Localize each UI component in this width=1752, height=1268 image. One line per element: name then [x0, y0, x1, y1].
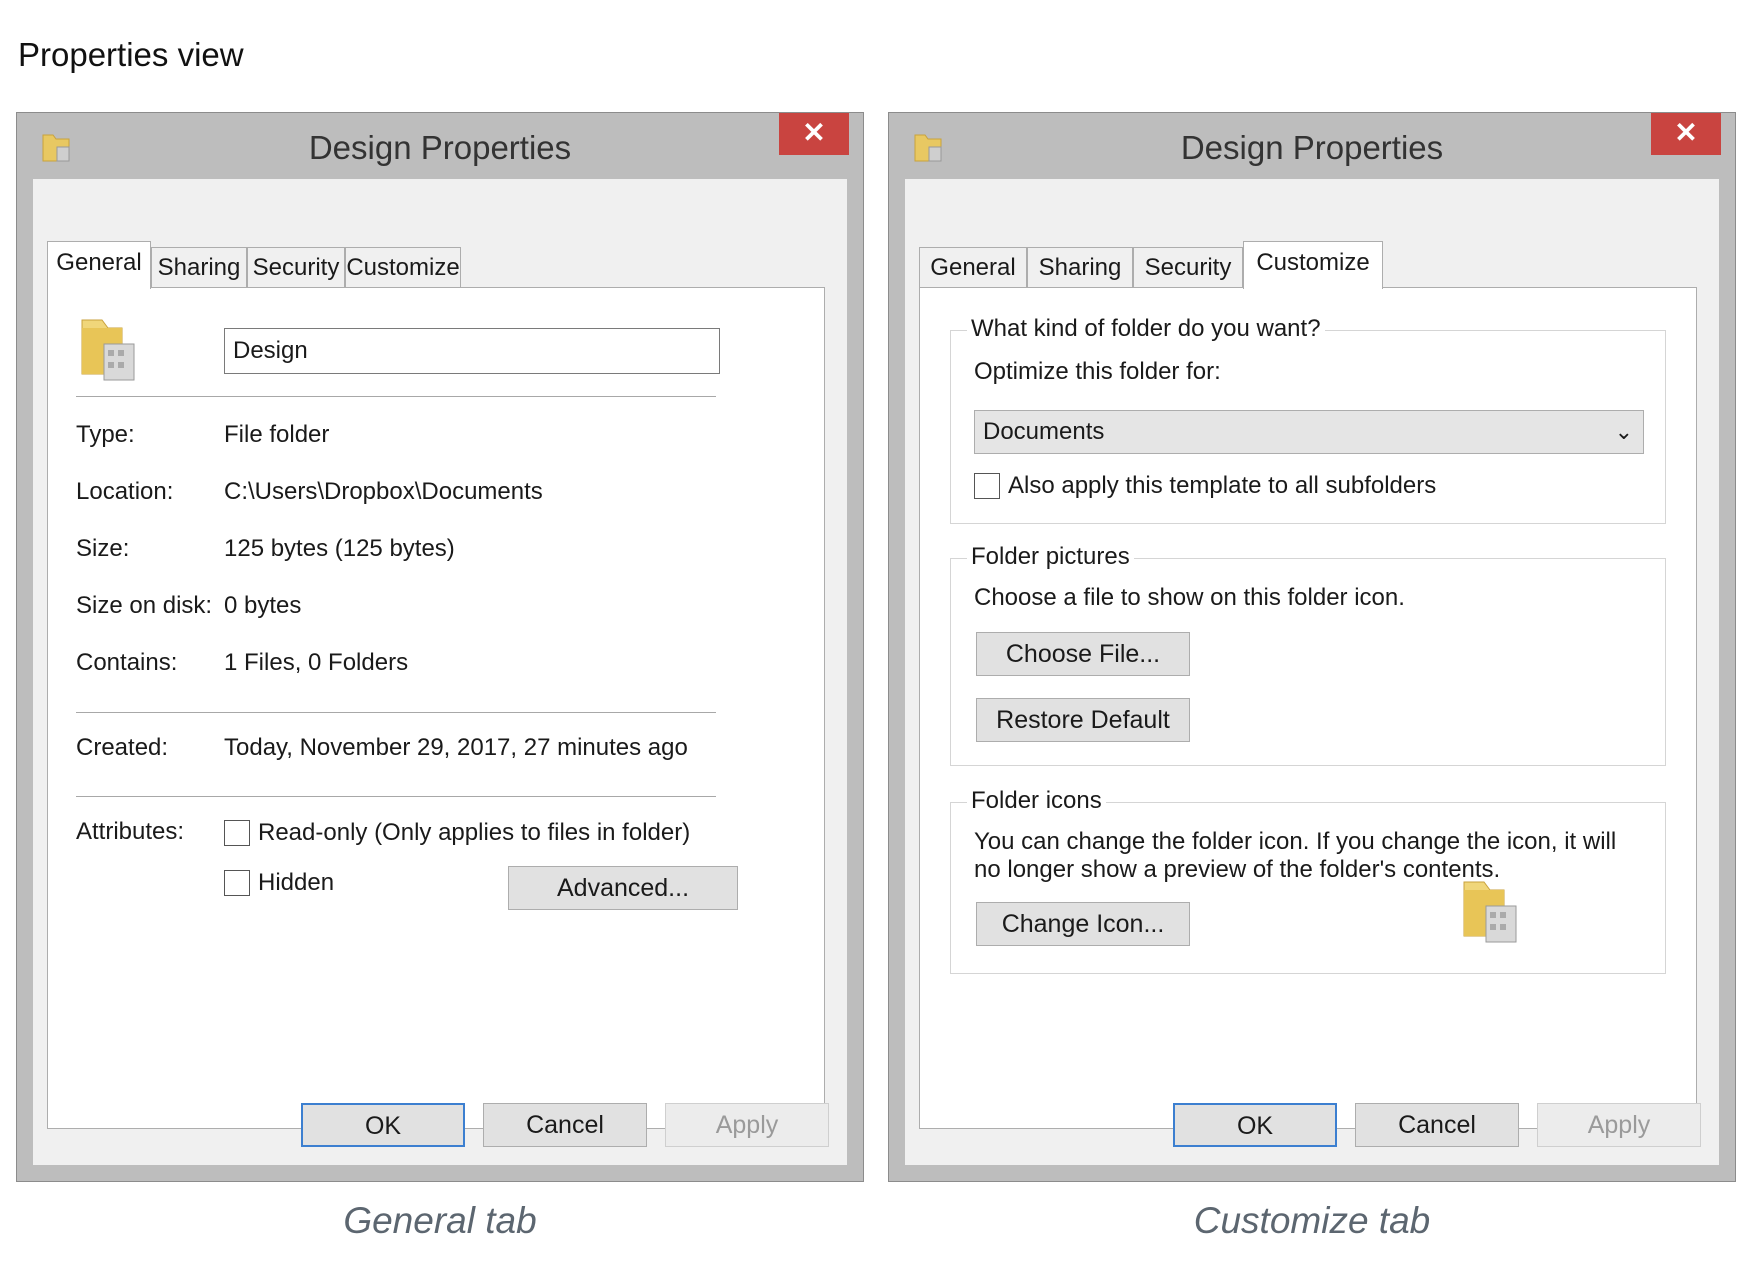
tab-sharing[interactable]: Sharing	[1027, 247, 1133, 287]
optimize-label: Optimize this folder for:	[974, 358, 1221, 385]
close-button[interactable]: ✕	[1651, 113, 1721, 155]
close-button[interactable]: ✕	[779, 113, 849, 155]
ok-button[interactable]: OK	[301, 1103, 465, 1147]
choose-file-text: Choose a file to show on this folder ico…	[974, 584, 1405, 611]
size-label: Size:	[76, 535, 130, 562]
caption-general-tab: General tab	[343, 1200, 537, 1241]
tab-sharing[interactable]: Sharing	[151, 247, 247, 287]
customize-panel: What kind of folder do you want? Optimiz…	[919, 287, 1697, 1129]
hidden-label[interactable]: Hidden	[258, 869, 334, 897]
location-value: C:\Users\Dropbox\Documents	[224, 478, 543, 505]
size-value: 125 bytes (125 bytes)	[224, 535, 455, 562]
title-bar[interactable]: Design Properties ✕	[889, 113, 1735, 179]
page-title: Properties view	[18, 36, 244, 73]
apply-template-checkbox[interactable]	[974, 473, 1000, 499]
tab-customize[interactable]: Customize	[1243, 241, 1383, 289]
title-bar[interactable]: Design Properties ✕	[17, 113, 863, 179]
group-title: Folder icons	[967, 787, 1106, 815]
cancel-button[interactable]: Cancel	[1355, 1103, 1519, 1147]
location-label: Location:	[76, 478, 174, 505]
readonly-label[interactable]: Read-only (Only applies to files in fold…	[258, 819, 690, 847]
window-title: Design Properties	[308, 129, 572, 166]
tab-customize[interactable]: Customize	[345, 247, 461, 287]
properties-window-customize: Design Properties ✕ General Sharing Secu…	[888, 112, 1736, 1182]
restore-default-button[interactable]: Restore Default	[976, 698, 1190, 742]
type-value: File folder	[224, 421, 330, 448]
apply-button[interactable]: Apply	[665, 1103, 829, 1147]
readonly-checkbox[interactable]	[224, 820, 250, 846]
optimize-select[interactable]: Documents ⌄	[974, 410, 1644, 454]
tab-security[interactable]: Security	[1133, 247, 1243, 287]
created-value: Today, November 29, 2017, 27 minutes ago	[224, 734, 688, 761]
type-label: Type:	[76, 421, 135, 448]
folder-large-icon	[81, 319, 135, 381]
ok-button[interactable]: OK	[1173, 1103, 1337, 1147]
group-title: What kind of folder do you want?	[967, 315, 1325, 343]
change-icon-button[interactable]: Change Icon...	[976, 902, 1190, 946]
general-panel: Design Type: File folder Location: C:\Us…	[47, 287, 825, 1129]
caption-customize-tab: Customize tab	[1193, 1200, 1431, 1241]
group-title: Folder pictures	[967, 543, 1134, 571]
tab-security[interactable]: Security	[247, 247, 345, 287]
window-title: Design Properties	[1180, 129, 1444, 166]
advanced-button[interactable]: Advanced...	[508, 866, 738, 910]
contains-value: 1 Files, 0 Folders	[224, 649, 409, 676]
folder-name-input[interactable]: Design	[224, 328, 720, 374]
apply-button[interactable]: Apply	[1537, 1103, 1701, 1147]
tab-general[interactable]: General	[47, 241, 151, 289]
folder-preview-icon	[1463, 881, 1517, 943]
divider	[76, 796, 716, 797]
divider	[76, 396, 716, 397]
created-label: Created:	[76, 734, 169, 761]
folder-icons-text-line2: no longer show a preview of the folder's…	[974, 856, 1501, 883]
optimize-value: Documents	[983, 418, 1105, 445]
apply-template-label[interactable]: Also apply this template to all subfolde…	[1008, 472, 1436, 500]
hidden-checkbox[interactable]	[224, 870, 250, 896]
folder-icons-text-line1: You can change the folder icon. If you c…	[974, 828, 1617, 855]
chevron-down-icon: ⌄	[1614, 419, 1633, 444]
contains-label: Contains:	[76, 649, 178, 676]
size-on-disk-label: Size on disk:	[76, 592, 213, 619]
tab-general[interactable]: General	[919, 247, 1027, 287]
choose-file-button[interactable]: Choose File...	[976, 632, 1190, 676]
properties-window-general: Design Properties ✕ General Sharing Secu…	[16, 112, 864, 1182]
cancel-button[interactable]: Cancel	[483, 1103, 647, 1147]
size-on-disk-value: 0 bytes	[224, 592, 302, 619]
attributes-label: Attributes:	[76, 818, 185, 845]
divider	[76, 712, 716, 713]
